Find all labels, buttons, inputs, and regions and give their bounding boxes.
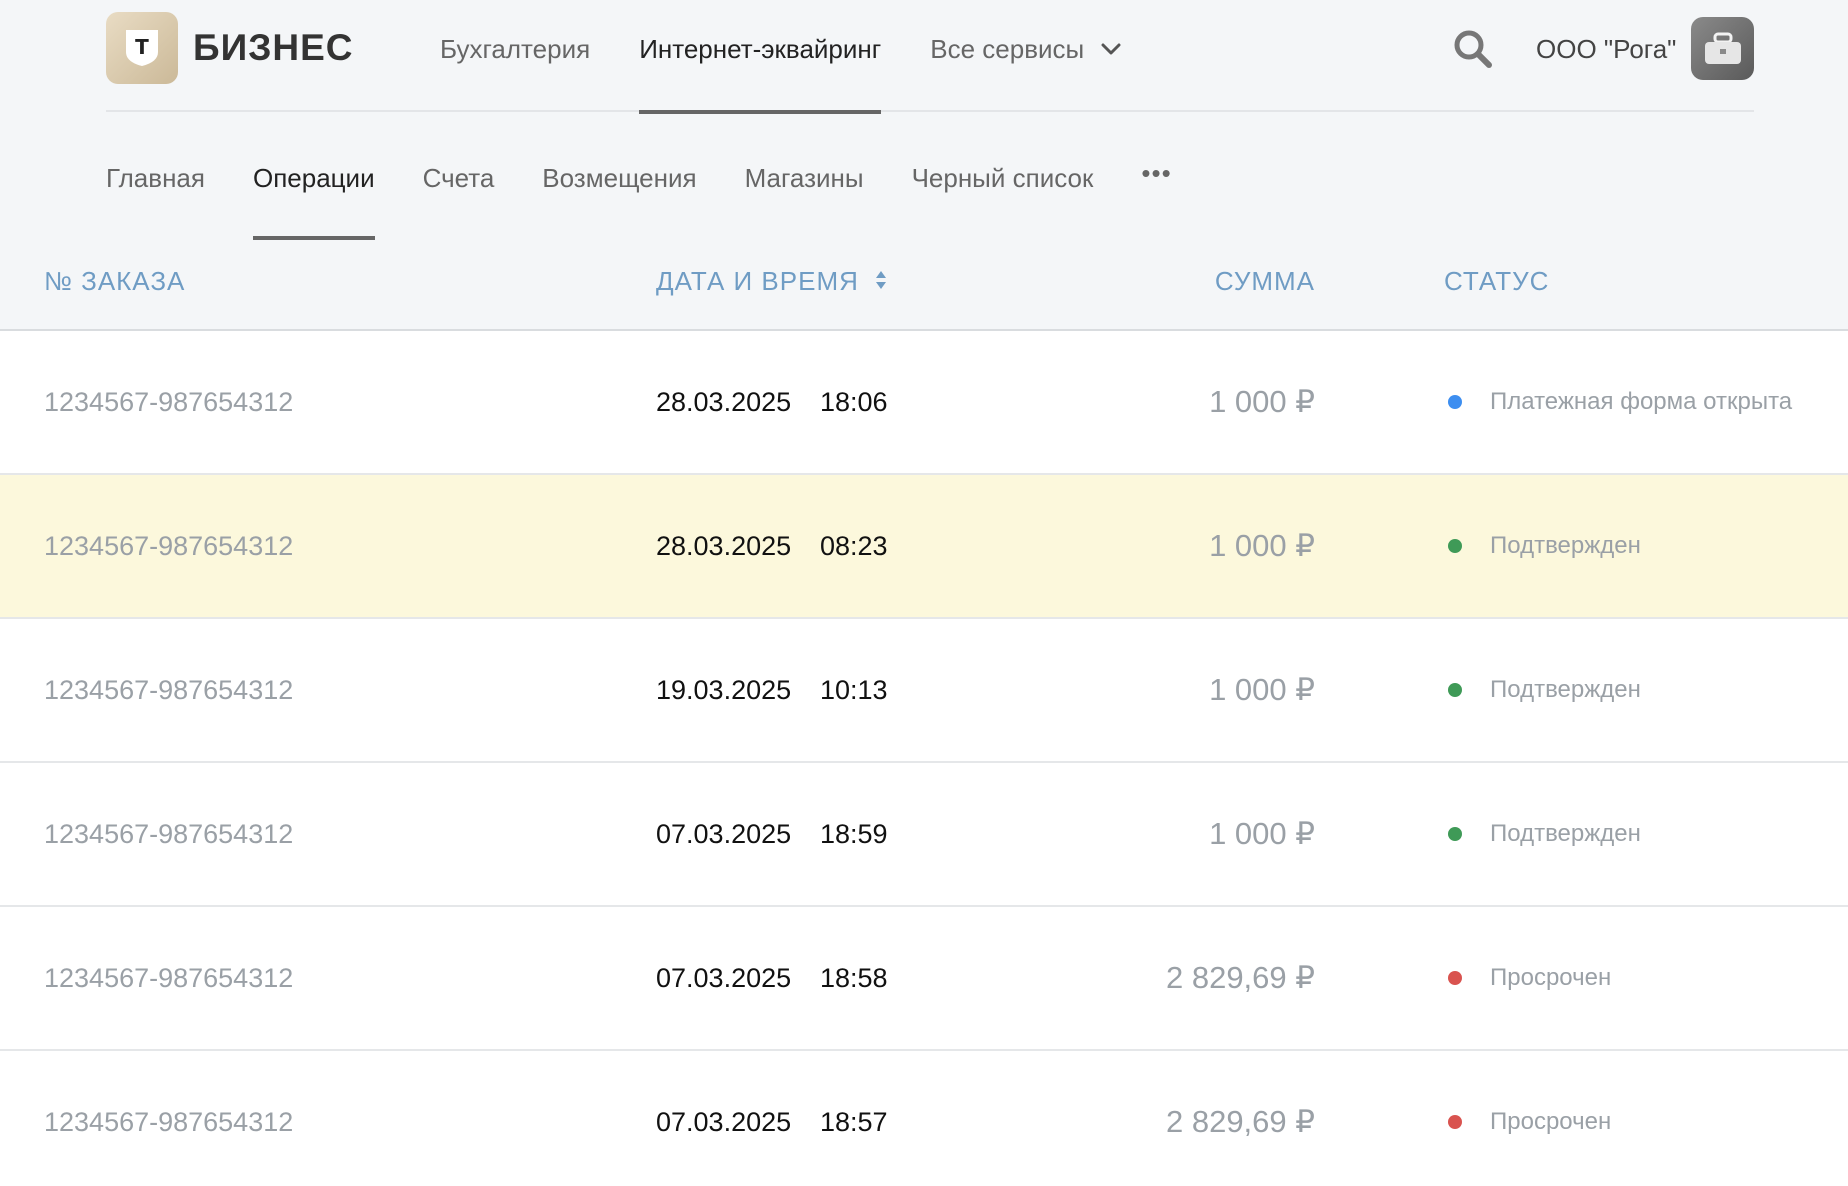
operations-table-body: 1234567-987654312 28.03.2025 18:06 1 000… [0,331,1848,1186]
topnav-internet-acquiring-label: Интернет-эквайринг [639,34,882,64]
status-label: Подтвержден [1490,676,1641,703]
logo-badge: Т [106,12,178,84]
order-number: 1234567-987654312 [44,1107,294,1137]
brand-name: БИЗНЕС [193,27,354,68]
status-dot-icon [1448,539,1462,553]
organization-name[interactable]: ООО "Рога" [1536,0,1676,98]
status-cell: Просрочен [1448,907,1611,1049]
operation-time: 10:13 [820,675,888,705]
tab-operations[interactable]: Операции [252,140,375,240]
operation-date: 28.03.2025 [656,387,792,417]
operation-time: 18:57 [820,1107,888,1137]
status-label: Просрочен [1490,1108,1612,1135]
status-cell: Подтвержден [1448,763,1641,905]
operation-date: 19.03.2025 [656,675,792,705]
operation-sum: 2 829,69 ₽ [1165,960,1315,995]
topnav-accounting[interactable]: Бухгалтерия [440,0,590,112]
status-cell: Подтвержден [1448,475,1641,617]
column-date-time[interactable]: ДАТА И ВРЕМЯ [656,266,887,297]
operation-date: 07.03.2025 [656,819,792,849]
brand-logo[interactable]: Т БИЗНЕС [106,12,354,84]
briefcase-icon [1704,32,1741,64]
sort-icon [876,271,887,290]
column-date-time-label: ДАТА И ВРЕМЯ [656,266,859,296]
table-row[interactable]: 1234567-987654312 19.03.2025 10:13 1 000… [0,619,1848,763]
top-header: Т БИЗНЕС Бухгалтерия Интернет-эквайринг … [106,0,1754,114]
status-label: Подтвержден [1490,820,1641,847]
status-label: Просрочен [1490,964,1612,991]
order-number: 1234567-987654312 [44,387,294,417]
search-button[interactable] [1452,28,1494,70]
operation-date: 07.03.2025 [656,1107,792,1137]
operation-sum: 2 829,69 ₽ [1165,1104,1315,1139]
status-cell: Платежная форма открыта [1448,331,1792,473]
tab-shops[interactable]: Магазины [745,140,864,240]
tab-invoices[interactable]: Счета [423,140,495,240]
status-dot-icon [1448,683,1462,697]
status-cell: Подтвержден [1448,619,1641,761]
section-tabs: Главная Операции Счета Возмещения Магази… [106,140,1172,240]
column-order-number: № ЗАКАЗА [44,266,186,296]
top-navigation: Бухгалтерия Интернет-эквайринг Все серви… [440,0,1170,114]
table-row[interactable]: 1234567-987654312 07.03.2025 18:57 2 829… [0,1051,1848,1186]
topnav-accounting-label: Бухгалтерия [440,34,591,64]
operation-date: 07.03.2025 [656,963,792,993]
status-label: Подтвержден [1490,532,1641,559]
status-dot-icon [1448,827,1462,841]
status-dot-icon [1448,971,1462,985]
operation-date: 28.03.2025 [656,531,792,561]
operations-table-header: № ЗАКАЗА ДАТА И ВРЕМЯ СУММА СТАТУС [0,246,1848,331]
logo-letter: Т [135,35,149,59]
chevron-down-icon [1101,43,1121,55]
more-tabs-button[interactable]: ••• [1141,140,1171,240]
operation-sum: 1 000 ₽ [1209,816,1315,851]
operation-sum: 1 000 ₽ [1209,528,1315,563]
order-number: 1234567-987654312 [44,675,294,705]
operation-time: 18:58 [820,963,888,993]
order-number: 1234567-987654312 [44,963,294,993]
table-row[interactable]: 1234567-987654312 28.03.2025 18:06 1 000… [0,331,1848,475]
table-row[interactable]: 1234567-987654312 07.03.2025 18:58 2 829… [0,907,1848,1051]
tab-blacklist[interactable]: Черный список [912,140,1094,240]
operation-time: 08:23 [820,531,888,561]
topnav-all-services[interactable]: Все сервисы [930,0,1121,112]
column-status: СТАТУС [1444,266,1550,296]
tab-main[interactable]: Главная [106,140,205,240]
order-number: 1234567-987654312 [44,531,294,561]
operation-time: 18:59 [820,819,888,849]
topnav-internet-acquiring[interactable]: Интернет-эквайринг [639,0,882,114]
operation-time: 18:06 [820,387,888,417]
operation-sum: 1 000 ₽ [1209,384,1315,419]
table-row[interactable]: 1234567-987654312 28.03.2025 08:23 1 000… [0,475,1848,619]
order-number: 1234567-987654312 [44,819,294,849]
status-cell: Просрочен [1448,1051,1611,1186]
search-icon [1454,30,1492,68]
status-label: Платежная форма открыта [1490,388,1793,415]
table-row[interactable]: 1234567-987654312 07.03.2025 18:59 1 000… [0,763,1848,907]
shield-logo-icon: Т [126,30,158,66]
organization-avatar[interactable] [1691,17,1754,80]
status-dot-icon [1448,1115,1462,1129]
column-sum: СУММА [1214,266,1315,296]
tab-refunds[interactable]: Возмещения [542,140,696,240]
topnav-all-services-label: Все сервисы [930,34,1085,64]
operation-sum: 1 000 ₽ [1209,672,1315,707]
status-dot-icon [1448,395,1462,409]
